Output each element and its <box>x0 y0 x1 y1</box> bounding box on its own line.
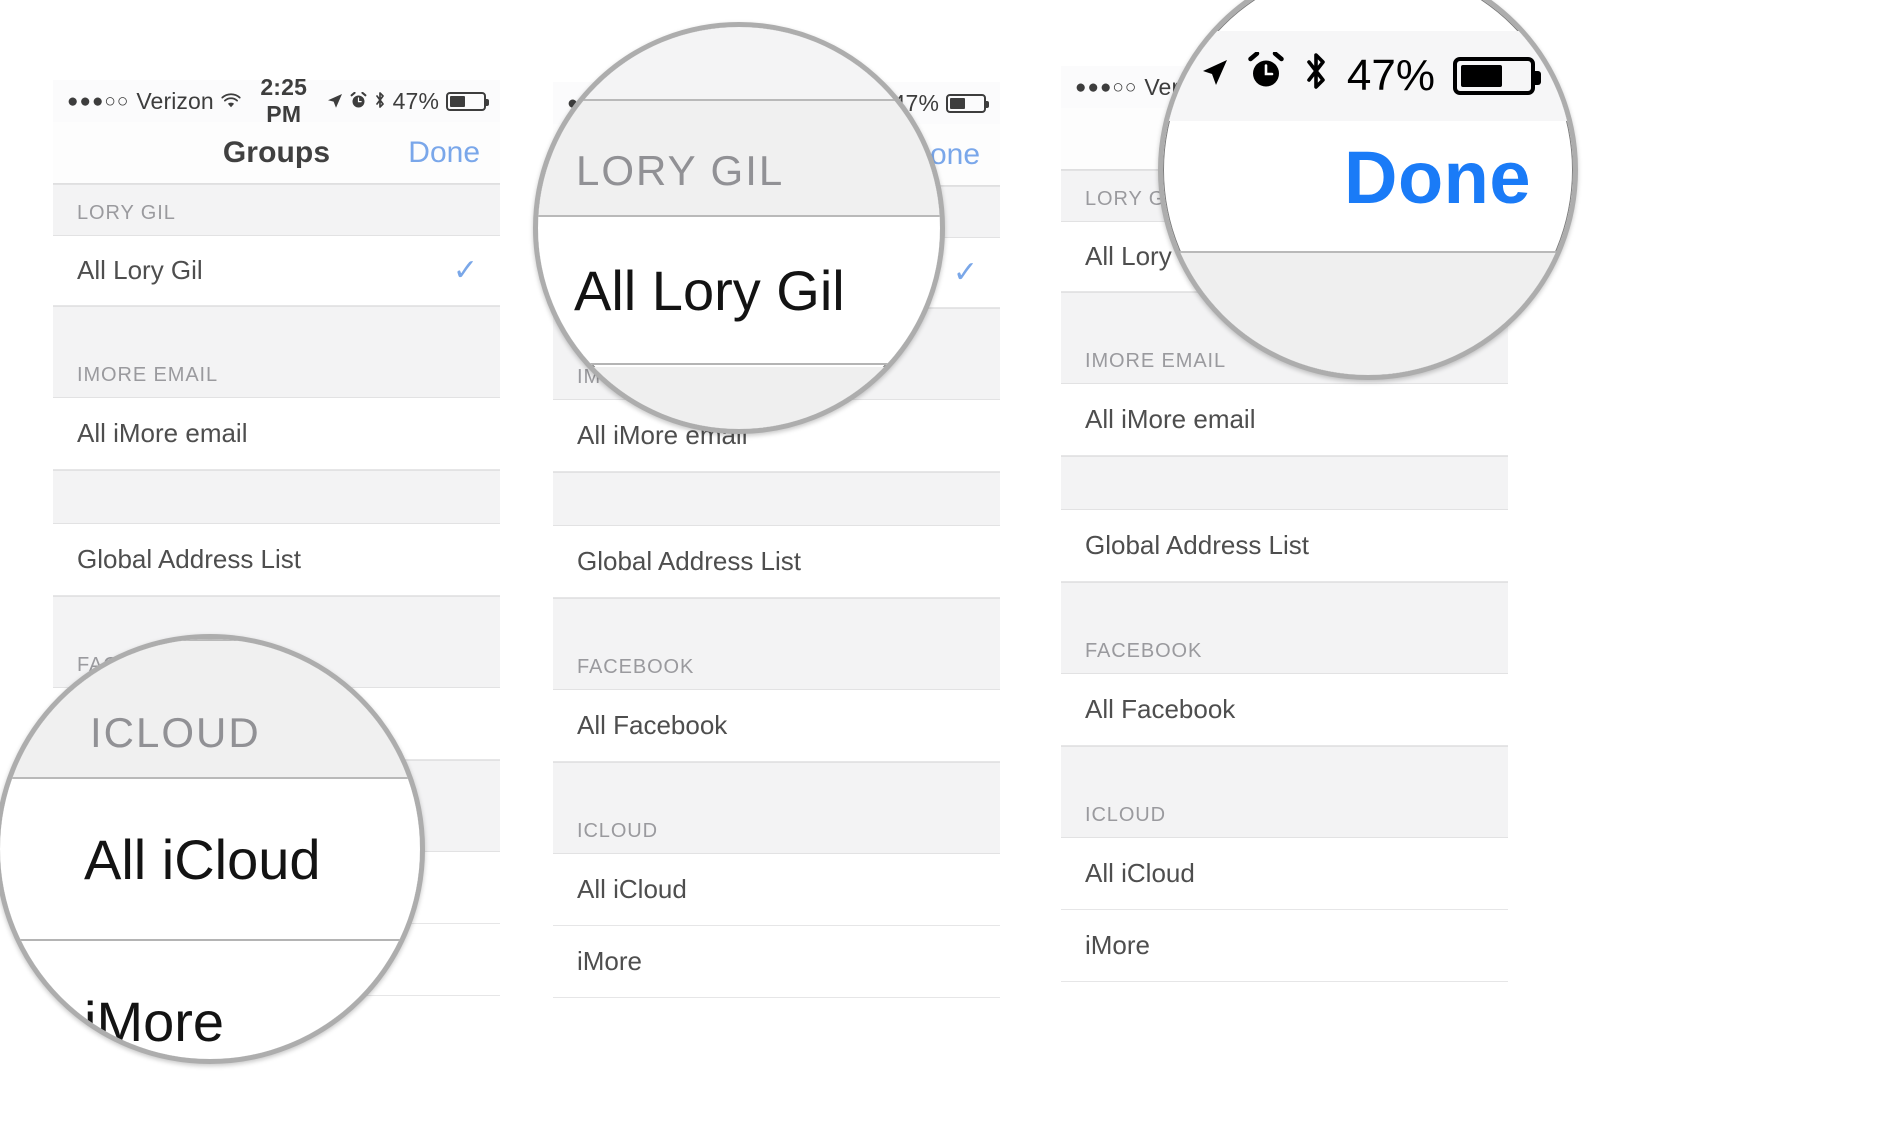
section-header-lory-gil: LORY GIL <box>53 184 500 236</box>
table-row[interactable]: All iMore email <box>1061 384 1508 456</box>
row-label: Global Address List <box>577 546 802 576</box>
table-row[interactable]: All iCloud <box>1061 838 1508 910</box>
location-arrow-icon <box>1199 51 1229 101</box>
section-header-facebook: FACEBOOK <box>1061 582 1508 674</box>
magnified-row-label: iMore <box>84 989 225 1053</box>
magnified-row-label: All Lory Gil <box>574 258 845 322</box>
table-row[interactable]: All Facebook <box>553 690 1000 762</box>
section-header-label: ICLOUD <box>577 820 658 842</box>
row-label: All iMore email <box>1085 404 1256 434</box>
row-label: All Facebook <box>1085 694 1236 724</box>
screenshot-stage: ●●●○○ Verizon 2:25 PM 47% Groups Done LO… <box>0 0 1886 1144</box>
bluetooth-icon <box>374 90 386 113</box>
row-label: All iCloud <box>577 874 687 904</box>
table-row[interactable]: Global Address List <box>553 526 1000 598</box>
section-header-label: IMORE EMAIL <box>77 364 219 386</box>
section-header-blank <box>53 470 500 524</box>
location-arrow-icon <box>327 90 343 113</box>
status-bar-left: ●●●○○ Verizon <box>67 88 241 115</box>
table-row[interactable]: iMore <box>553 926 1000 998</box>
magnified-next-section <box>538 367 940 429</box>
magnified-done-button[interactable]: Done <box>1344 135 1531 220</box>
row-label: All iCloud <box>1085 858 1195 888</box>
magnified-status-strip <box>538 27 940 99</box>
magnified-section-header: ICLOUD <box>0 639 420 779</box>
magnified-status-bar: 47% <box>1163 31 1573 121</box>
section-header-label: LORY GIL <box>77 202 176 224</box>
table-row[interactable]: iMore <box>1061 910 1508 982</box>
table-row[interactable]: All Lory Gil ✓ <box>53 236 500 306</box>
magnifier-content: ICLOUD All iCloud iMore <box>0 639 420 1059</box>
section-header-label: FACEBOOK <box>577 656 695 678</box>
magnified-section-band <box>1163 253 1573 375</box>
magnified-section-header-label: LORY GIL <box>576 147 785 194</box>
magnified-section-header: LORY GIL <box>538 101 940 217</box>
magnified-row-all-icloud[interactable]: All iCloud <box>0 779 420 941</box>
section-header-blank <box>1061 456 1508 510</box>
table-row[interactable]: Global Address List <box>1061 510 1508 582</box>
magnifier-icloud: ICLOUD All iCloud iMore <box>0 634 425 1064</box>
magnifier-done: 47% Done <box>1158 0 1578 380</box>
table-row[interactable]: All Facebook <box>1061 674 1508 746</box>
magnifier-content: LORY GIL All Lory Gil <box>538 27 940 429</box>
battery-icon <box>1453 57 1541 95</box>
bluetooth-icon <box>1303 51 1329 102</box>
checkmark-icon: ✓ <box>452 254 478 287</box>
magnifier-all-lory-gil: LORY GIL All Lory Gil <box>533 22 945 434</box>
signal-dots-icon: ●●●○○ <box>67 90 130 112</box>
row-label: iMore <box>577 946 643 976</box>
clock-label: 2:25 PM <box>260 74 308 127</box>
signal-dots-icon: ●●●○○ <box>1075 76 1138 98</box>
table-row[interactable]: All iMore email <box>53 398 500 470</box>
section-header-blank <box>553 472 1000 526</box>
battery-percent-label: 47% <box>392 87 439 114</box>
row-label: iMore <box>1085 930 1151 960</box>
page-title: Groups <box>222 135 331 169</box>
alarm-clock-icon <box>350 90 367 113</box>
alarm-clock-icon <box>1247 51 1285 101</box>
section-header-icloud: ICLOUD <box>1061 746 1508 838</box>
row-label: All iMore email <box>77 418 248 448</box>
battery-icon <box>446 91 489 111</box>
table-row[interactable]: Global Address List <box>53 524 500 596</box>
row-label: All Lory Gil <box>77 255 203 285</box>
battery-percent-label: 47% <box>1346 51 1435 100</box>
section-header-label: FACEBOOK <box>1085 640 1203 662</box>
wifi-icon <box>221 90 241 113</box>
table-row[interactable]: All iCloud <box>553 854 1000 926</box>
section-header-icloud: ICLOUD <box>553 762 1000 854</box>
battery-icon <box>946 93 989 113</box>
row-label: Global Address List <box>77 544 302 574</box>
status-bar-right: 47% <box>327 87 489 115</box>
magnified-row-label: All iCloud <box>84 827 321 891</box>
checkmark-icon: ✓ <box>952 256 978 289</box>
magnifier-content: 47% Done <box>1163 0 1573 375</box>
magnified-row-imore[interactable]: iMore <box>0 941 420 1059</box>
magnified-section-header-label: ICLOUD <box>90 709 261 756</box>
row-label: Global Address List <box>1085 530 1310 560</box>
status-bar: ●●●○○ Verizon 2:25 PM 47% <box>53 74 500 127</box>
done-button[interactable]: Done <box>408 136 480 170</box>
section-header-facebook: FACEBOOK <box>553 598 1000 690</box>
magnified-row-all-lory-gil[interactable]: All Lory Gil <box>538 217 940 365</box>
row-label: All Facebook <box>577 710 728 740</box>
carrier-label: Verizon <box>136 87 214 114</box>
section-header-label: ICLOUD <box>1085 804 1166 826</box>
section-header-imore-email: IMORE EMAIL <box>53 306 500 398</box>
nav-bar: Groups Done <box>53 122 500 184</box>
